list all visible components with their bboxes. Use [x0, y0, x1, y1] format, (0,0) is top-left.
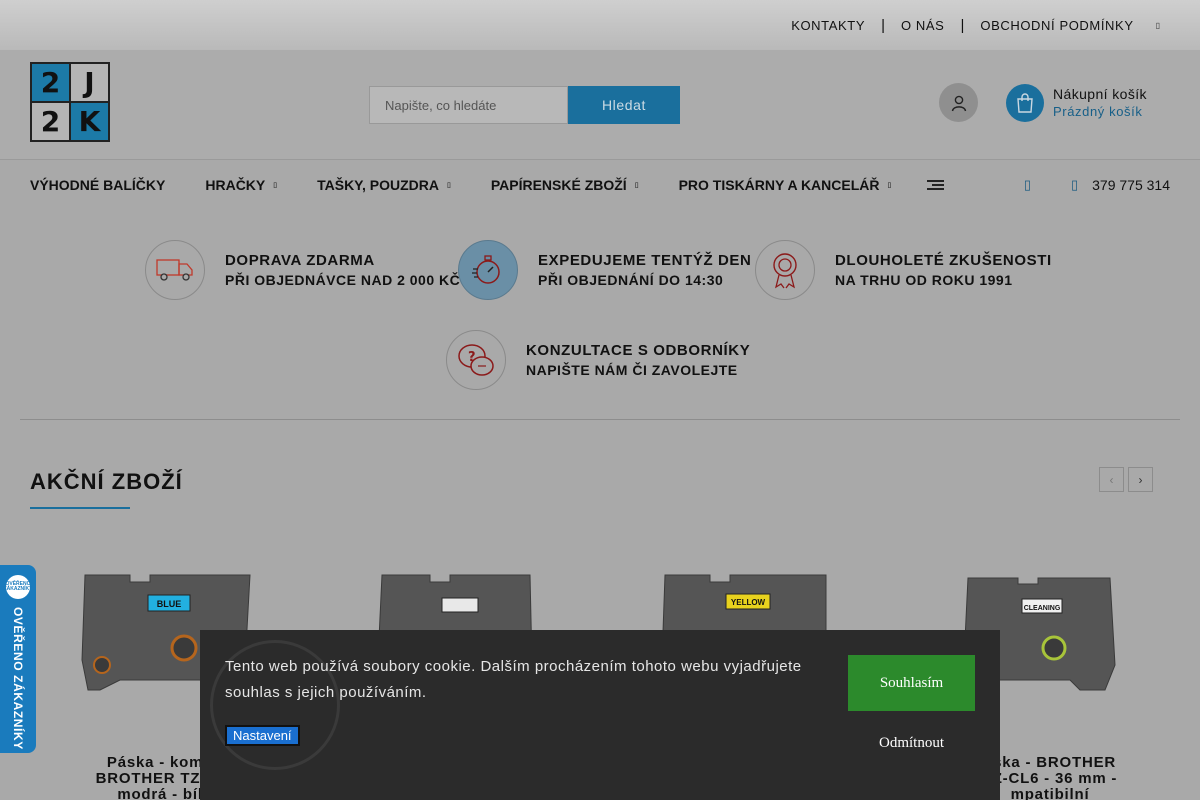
verified-seal-icon: OVĚŘENO ZÁKAZNÍKY: [4, 575, 32, 599]
tape-label: BLUE: [157, 599, 182, 609]
benefit-consultation: ? KONZULTACE S ODBORNÍKY NAPIŠTE NÁM ČI …: [446, 330, 750, 390]
stopwatch-icon: [458, 240, 518, 300]
separator: |: [960, 16, 965, 34]
top-bar: KONTAKTY | O NÁS | OBCHODNÍ PODMÍNKY ▯: [0, 0, 1200, 50]
chevron-down-icon: ▯: [887, 182, 892, 189]
tape-label: YELLOW: [731, 598, 766, 607]
truck-icon: [145, 240, 205, 300]
cookie-accept-button[interactable]: Souhlasím: [848, 655, 975, 711]
cookie-message: Tento web používá soubory cookie. Dalším…: [225, 658, 802, 701]
benefit-title: DLOUHOLETÉ ZKUŠENOSTI: [835, 252, 1052, 269]
search-input[interactable]: [369, 86, 568, 124]
chevron-down-icon: ▯: [273, 182, 278, 189]
site-logo[interactable]: 2 J 2 K: [30, 62, 110, 142]
logo-cell: 2: [31, 102, 70, 141]
badge-label: OVĚŘENO ZÁKAZNÍKY: [11, 607, 25, 750]
benefit-subtitle: PŘI OBJEDNÁNÍ DO 14:30: [538, 272, 724, 288]
header: 2 J 2 K Hledat Nákupní košík Prázdný koš…: [0, 50, 1200, 160]
phone-number[interactable]: 379 775 314: [1092, 177, 1170, 193]
chevron-down-icon: ▯: [634, 182, 639, 189]
benefit-same-day: EXPEDUJEME TENTÝŽ DEN PŘI OBJEDNÁNÍ DO 1…: [458, 240, 751, 300]
logo-cell: J: [70, 63, 109, 102]
verified-customers-badge[interactable]: OVĚŘENO ZÁKAZNÍKY OVĚŘENO ZÁKAZNÍKY: [0, 565, 36, 753]
chat-bubbles-icon: ?: [446, 330, 506, 390]
separator: |: [881, 16, 885, 34]
language-icon[interactable]: ▯: [1156, 21, 1160, 30]
divider: [20, 419, 1180, 420]
search-button[interactable]: Hledat: [568, 86, 680, 124]
nav-item-label: HRAČKY: [205, 177, 266, 193]
nav-item-printers-office[interactable]: PRO TISKÁRNY A KANCELÁŘ ▯: [679, 177, 892, 193]
carousel-prev-button[interactable]: ‹: [1099, 467, 1124, 492]
cart-button[interactable]: Nákupní košík Prázdný košík: [1006, 84, 1147, 122]
nav-item-bundles[interactable]: VÝHODNÉ BALÍČKY: [30, 177, 165, 193]
email-icon[interactable]: ▯: [1024, 177, 1031, 193]
nav-item-label: PRO TISKÁRNY A KANCELÁŘ: [678, 177, 880, 193]
cookie-decline-button[interactable]: Odmítnout: [848, 735, 975, 752]
nav-item-label: VÝHODNÉ BALÍČKY: [30, 177, 166, 193]
benefit-subtitle: NA TRHU OD ROKU 1991: [835, 272, 1013, 288]
benefit-subtitle: NAPIŠTE NÁM ČI ZAVOLEJTE: [526, 362, 738, 378]
search-form: Hledat: [369, 86, 680, 124]
section-underline: [30, 507, 130, 509]
benefit-subtitle: PŘI OBJEDNÁVCE NAD 2 000 KČ: [225, 272, 461, 288]
chevron-down-icon: ▯: [446, 182, 451, 189]
nav-item-label: PAPÍRENSKÉ ZBOŽÍ: [490, 177, 627, 193]
nav-item-toys[interactable]: HRAČKY ▯: [205, 177, 277, 193]
benefit-title: DOPRAVA ZDARMA: [225, 252, 375, 269]
top-link-terms[interactable]: OBCHODNÍ PODMÍNKY: [980, 18, 1133, 33]
cart-title: Nákupní košík: [1053, 86, 1147, 102]
logo-cell: K: [70, 102, 109, 141]
award-icon: [755, 240, 815, 300]
nav-item-stationery[interactable]: PAPÍRENSKÉ ZBOŽÍ ▯: [491, 177, 639, 193]
user-icon: [951, 95, 966, 111]
shopping-bag-icon: [1006, 84, 1044, 122]
cookie-settings-button[interactable]: Nastavení: [225, 725, 300, 746]
benefit-experience: DLOUHOLETÉ ZKUŠENOSTI NA TRHU OD ROKU 19…: [755, 240, 1052, 300]
cookie-banner: Tento web používá soubory cookie. Dalším…: [200, 630, 1000, 800]
section-title: AKČNÍ ZBOŽÍ: [30, 469, 183, 494]
benefit-free-shipping: DOPRAVA ZDARMA PŘI OBJEDNÁVCE NAD 2 000 …: [145, 240, 460, 300]
main-nav: VÝHODNÉ BALÍČKY HRAČKY ▯ TAŠKY, POUZDRA ▯ …: [0, 160, 1200, 210]
logo-cell: 2: [31, 63, 70, 102]
user-account-button[interactable]: [939, 83, 978, 122]
nav-item-bags[interactable]: TAŠKY, POUZDRA ▯: [317, 177, 451, 193]
benefit-title: KONZULTACE S ODBORNÍKY: [526, 342, 751, 359]
top-link-contacts[interactable]: KONTAKTY: [791, 18, 865, 33]
chevron-right-icon: ›: [1138, 472, 1143, 487]
chevron-left-icon: ‹: [1109, 472, 1114, 487]
phone-icon: ▯: [1070, 177, 1079, 192]
tape-label: CLEANING: [1024, 605, 1061, 612]
benefit-title: EXPEDUJEME TENTÝŽ DEN: [538, 252, 752, 269]
top-link-about[interactable]: O NÁS: [901, 18, 944, 33]
carousel-next-button[interactable]: ›: [1128, 467, 1153, 492]
cart-status: Prázdný košík: [1053, 104, 1143, 119]
nav-item-label: TAŠKY, POUZDRA: [317, 177, 439, 193]
more-menu-icon[interactable]: [927, 178, 945, 192]
